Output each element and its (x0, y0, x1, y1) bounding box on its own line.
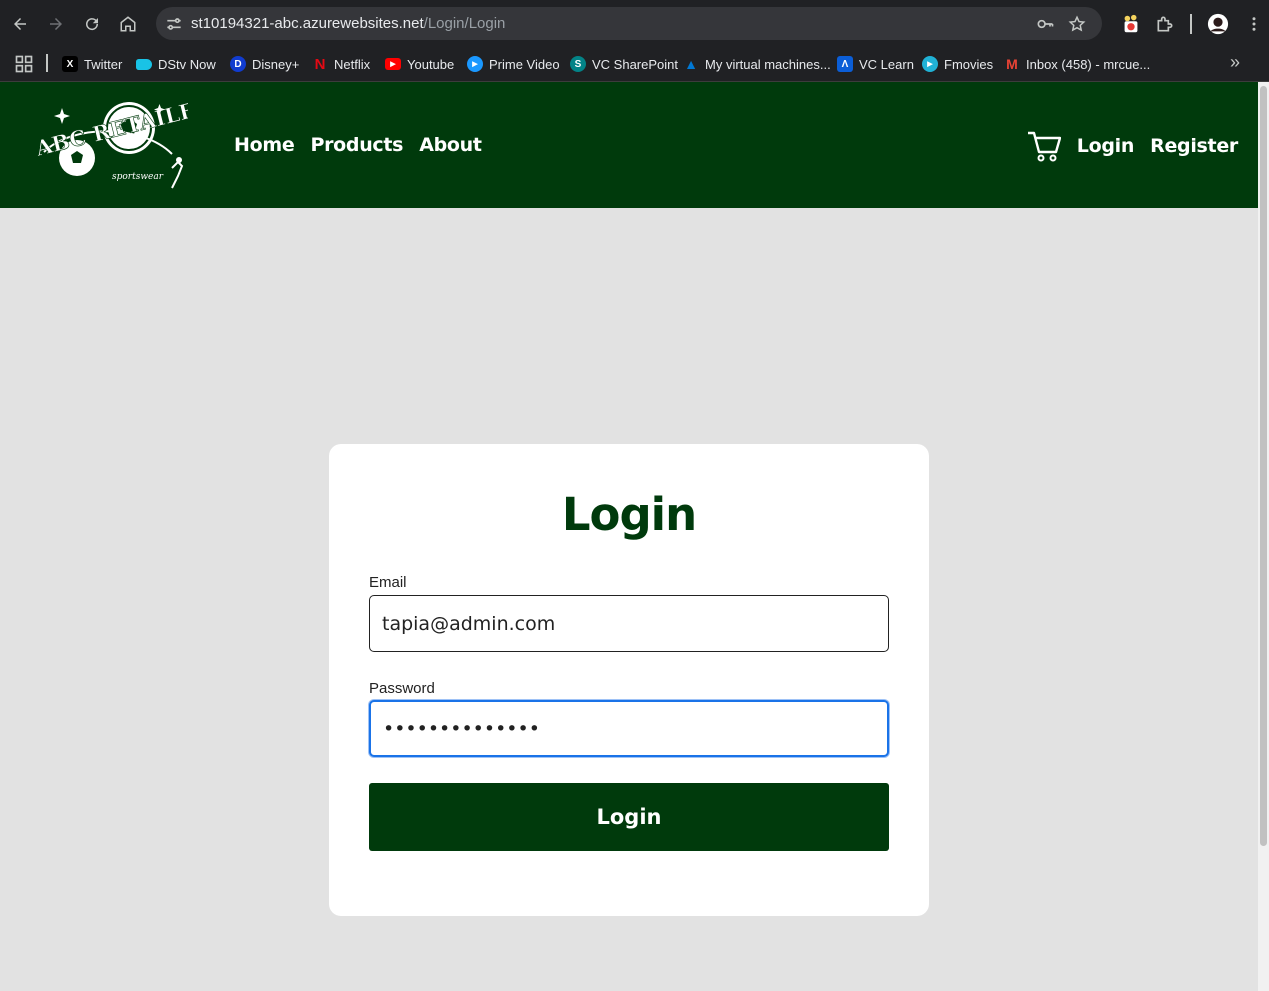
bookmark-label: Youtube (407, 56, 455, 72)
gmail-icon: M (1006, 56, 1018, 72)
browser-menu-button[interactable] (1241, 11, 1267, 37)
bookmark-star-button[interactable] (1066, 13, 1088, 35)
nav-home-link[interactable]: Home (234, 134, 295, 156)
bookmarks-divider (46, 54, 48, 72)
avatar (1207, 13, 1229, 35)
bookmark-my-virtual-machines[interactable]: ▲ My virtual machines... (683, 54, 831, 74)
extensions-menu-button[interactable] (1152, 11, 1178, 37)
bookmark-label: VC SharePoint (592, 56, 678, 72)
password-field[interactable] (369, 700, 889, 757)
bookmark-dstv-now[interactable]: DStv Now (136, 54, 216, 74)
bookmark-label: Netflix (334, 56, 371, 72)
more-vertical-icon (1252, 17, 1256, 31)
bookmarks-overflow-chevron-icon[interactable]: » (1230, 52, 1240, 73)
login-submit-button[interactable]: Login (369, 783, 889, 851)
cart-icon[interactable] (1027, 130, 1061, 162)
bookmark-label: Twitter (84, 56, 123, 72)
nav-about-link[interactable]: About (419, 134, 482, 156)
netflix-icon: N (314, 55, 326, 73)
bookmark-label: My virtual machines... (705, 56, 831, 72)
bookmarks-bar: X Twitter DStv Now D Disney+ N Netflix ▶… (0, 46, 1269, 82)
bookmark-label: Inbox (458) - mrcue... (1026, 56, 1151, 72)
address-bar[interactable]: st10194321-abc.azurewebsites.net/Login/L… (156, 7, 1102, 40)
key-icon (1037, 19, 1054, 29)
reload-button[interactable] (79, 11, 105, 37)
password-label: Password (369, 680, 435, 697)
site-settings-icon[interactable] (164, 14, 184, 34)
page-scrollbar[interactable] (1258, 82, 1269, 991)
site-header: ABC RETAILERS sportswear Home Products A… (0, 82, 1258, 208)
logo-subtext: sportswear (112, 172, 164, 182)
fmovies-icon: ▶ (922, 56, 938, 72)
x-icon: X (62, 56, 78, 72)
bookmark-youtube[interactable]: ▶ Youtube (385, 54, 454, 74)
forward-button[interactable] (43, 11, 69, 37)
nav-register-link[interactable]: Register (1150, 135, 1238, 157)
bookmark-prime-video[interactable]: ▶ Prime Video (467, 54, 560, 74)
azure-icon: ▲ (684, 56, 698, 72)
puzzle-icon (1157, 16, 1173, 32)
arrow-right-icon (50, 18, 62, 30)
account-nav: Login Register (1027, 130, 1238, 162)
toolbar-divider (1190, 14, 1192, 34)
browser-toolbar: st10194321-abc.azurewebsites.net/Login/L… (0, 0, 1269, 46)
bookmark-gmail-inbox[interactable]: M Inbox (458) - mrcue... (1004, 54, 1150, 74)
password-key-button[interactable] (1034, 13, 1056, 35)
profile-button[interactable] (1205, 11, 1231, 37)
bookmark-disney-plus[interactable]: D Disney+ (230, 54, 299, 74)
nav-products-link[interactable]: Products (310, 134, 403, 156)
bookmark-label: VC Learn (859, 56, 914, 72)
login-title: Login (561, 488, 697, 541)
dstv-icon (136, 58, 152, 70)
bookmark-fmovies[interactable]: ▶ Fmovies (922, 54, 993, 74)
logo-text: ABC RETAILERS (32, 94, 188, 161)
bookmark-twitter[interactable]: X Twitter (62, 54, 122, 74)
prime-video-icon: ▶ (467, 56, 483, 72)
bookmark-label: Fmovies (944, 56, 994, 72)
abc-retailers-logo[interactable]: ABC RETAILERS sportswear (32, 94, 188, 196)
star-icon (1068, 15, 1086, 32)
youtube-icon: ▶ (385, 58, 401, 70)
bookmark-label: Disney+ (252, 56, 300, 72)
url-path: /Login/Login (423, 15, 506, 32)
vc-learn-icon: Λ (837, 56, 853, 72)
reload-icon (86, 18, 99, 31)
bookmark-vc-sharepoint[interactable]: S VC SharePoint (570, 54, 678, 74)
bookmark-label: Prime Video (489, 56, 560, 72)
login-card: Login Email Password Login (329, 444, 929, 916)
bookmark-netflix[interactable]: N Netflix (312, 54, 371, 74)
bookmark-vc-learn[interactable]: Λ VC Learn (837, 54, 914, 74)
bookmark-label: DStv Now (158, 56, 216, 72)
apps-grid-icon[interactable] (14, 54, 34, 74)
email-field[interactable] (369, 595, 889, 652)
arrow-left-icon (14, 18, 26, 30)
disney-icon: D (230, 56, 246, 72)
back-button[interactable] (7, 11, 33, 37)
extension-button[interactable] (1118, 11, 1144, 37)
email-label: Email (369, 574, 407, 591)
url-text[interactable]: st10194321-abc.azurewebsites.net/Login/L… (191, 15, 505, 32)
home-icon (120, 16, 136, 32)
url-host: st10194321-abc.azurewebsites.net (191, 15, 424, 32)
extension-popcorn-icon (1124, 14, 1138, 33)
main-nav: Home Products About (234, 134, 482, 156)
scrollbar-thumb[interactable] (1260, 86, 1267, 846)
nav-login-link[interactable]: Login (1077, 135, 1135, 157)
home-button[interactable] (115, 11, 141, 37)
sharepoint-icon: S (570, 56, 586, 72)
